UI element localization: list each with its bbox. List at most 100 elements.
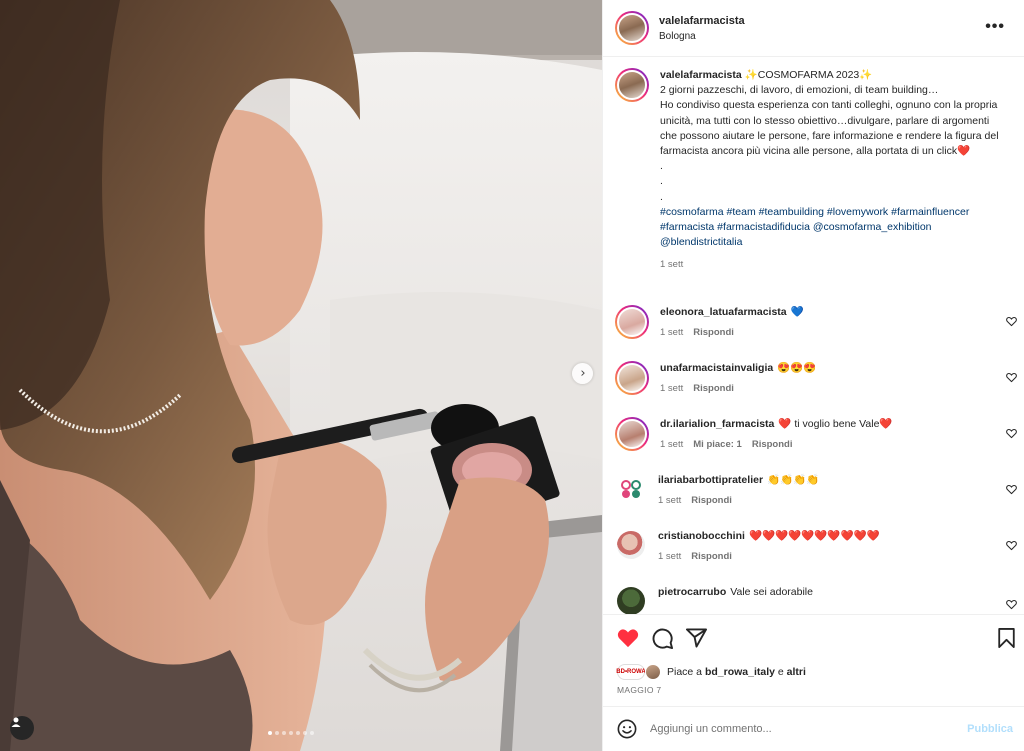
post-details-panel: valelafarmacista Bologna ••• valelafarma… — [602, 0, 1024, 751]
likes-user[interactable]: bd_rowa_italy — [705, 666, 775, 678]
comment-body: cristianobocchini ❤️❤️❤️❤️❤️❤️❤️❤️❤️❤️ 1 s… — [658, 529, 988, 577]
carousel-dot — [289, 731, 293, 735]
comment-like-button[interactable] — [1006, 428, 1017, 439]
caption-time: 1 sett — [660, 259, 684, 271]
comment-line: eleonora_latuafarmacista 💙 — [660, 305, 990, 320]
likes-conjunction: e — [777, 666, 784, 678]
comment-row: cristianobocchini ❤️❤️❤️❤️❤️❤️❤️❤️❤️❤️ 1 s… — [615, 529, 1017, 577]
comment-line: cristianobocchini ❤️❤️❤️❤️❤️❤️❤️❤️❤️❤️ — [658, 529, 988, 544]
comment-like-button[interactable] — [1006, 484, 1017, 495]
comment-line: unafarmacistainvaligia 😍😍😍 — [660, 361, 990, 376]
smiley-icon — [617, 719, 637, 739]
chevron-right-icon: › — [580, 366, 586, 381]
post-photo[interactable]: › — [0, 0, 602, 751]
next-image-button[interactable]: › — [572, 363, 593, 384]
heart-outline-icon — [1006, 316, 1017, 327]
publish-button[interactable]: Pubblica — [967, 723, 1013, 735]
carousel-dot — [268, 731, 272, 735]
reply-button[interactable]: Rispondi — [693, 327, 734, 338]
caption-hashtags[interactable]: #cosmofarma #team #teambuilding #lovemyw… — [660, 206, 969, 248]
likers-avatars: BD•ROWA — [616, 664, 661, 680]
comment-line: ilariabarbottipratelier 👏👏👏👏 — [658, 473, 988, 488]
comment-like-button[interactable] — [1006, 316, 1017, 327]
commenter-avatar[interactable] — [617, 475, 645, 503]
comment-likes[interactable]: Mi piace: 1 — [693, 439, 742, 450]
caption-author-avatar[interactable] — [615, 68, 649, 102]
emoji-picker-button[interactable] — [617, 719, 637, 739]
post-date: MAGGIO 7 — [617, 685, 662, 695]
comment-username[interactable]: ilariabarbottipratelier — [658, 474, 763, 486]
tagged-users-button[interactable] — [10, 716, 34, 740]
comment-input[interactable] — [650, 723, 940, 735]
comment-body: dr.ilarialion_farmacista ❤️ ti voglio ben… — [660, 417, 990, 465]
comment-bubble-icon — [652, 628, 673, 649]
comment-line: dr.ilarialion_farmacista ❤️ ti voglio ben… — [660, 417, 990, 432]
heart-outline-icon — [1006, 599, 1017, 610]
heart-filled-icon — [617, 629, 639, 648]
caption-line: . — [660, 190, 663, 203]
comment-body: eleonora_latuafarmacista 💙 1 sett Rispondi — [660, 305, 990, 353]
caption-username[interactable]: valelafarmacista — [660, 69, 742, 81]
comment-time: 1 sett — [658, 495, 682, 506]
reply-button[interactable]: Rispondi — [693, 383, 734, 394]
comment-row: dr.ilarialion_farmacista ❤️ ti voglio ben… — [615, 417, 1017, 465]
caption-line: . — [660, 160, 663, 173]
likes-summary[interactable]: BD•ROWA Piace a bd_rowa_italy e altri — [616, 664, 806, 680]
liker-badge: BD•ROWA — [616, 664, 646, 680]
person-icon — [11, 717, 21, 727]
comment-actions: 1 sett Rispondi — [658, 495, 988, 506]
share-paper-plane-icon — [686, 628, 707, 648]
comment-time: 1 sett — [658, 551, 682, 562]
author-username[interactable]: valelafarmacista — [659, 15, 745, 27]
carousel-dot — [275, 731, 279, 735]
heart-outline-icon — [1006, 540, 1017, 551]
reply-button[interactable]: Rispondi — [752, 439, 793, 450]
commenter-avatar[interactable] — [615, 417, 649, 451]
caption-line: 2 giorni pazzeschi, di lavoro, di emozio… — [660, 84, 939, 97]
comment-body: ilariabarbottipratelier 👏👏👏👏 1 sett Rispond… — [658, 473, 988, 521]
caption-line: . — [660, 175, 663, 188]
caption-line: ✨COSMOFARMA 2023✨ — [744, 69, 873, 81]
actions-divider — [603, 614, 1024, 615]
commenter-avatar[interactable] — [617, 587, 645, 615]
comment-username[interactable]: pietrocarrubo — [658, 586, 726, 598]
comment-text: 💙 — [790, 306, 804, 318]
heart-outline-icon — [1006, 428, 1017, 439]
comment-text: ❤️ ti voglio bene Vale❤️ — [778, 418, 893, 430]
bookmark-icon — [998, 628, 1015, 648]
comment-like-button[interactable] — [1006, 599, 1017, 610]
like-button[interactable] — [617, 628, 639, 648]
carousel-dot — [296, 731, 300, 735]
share-button[interactable] — [686, 628, 707, 648]
commenter-avatar[interactable] — [615, 361, 649, 395]
commenter-avatar[interactable] — [615, 305, 649, 339]
reply-button[interactable]: Rispondi — [691, 551, 732, 562]
comment-button[interactable] — [652, 628, 673, 649]
author-avatar[interactable] — [615, 11, 649, 45]
comment-row: unafarmacistainvaligia 😍😍😍 1 sett Rispondi — [615, 361, 1017, 409]
comment-row: eleonora_latuafarmacista 💙 1 sett Rispondi — [615, 305, 1017, 353]
commenter-avatar[interactable] — [617, 531, 645, 559]
post-actions — [617, 625, 1015, 651]
more-options-icon[interactable]: ••• — [985, 18, 1005, 36]
likes-others[interactable]: altri — [787, 666, 806, 678]
comment-like-button[interactable] — [1006, 540, 1017, 551]
comment-like-button[interactable] — [1006, 372, 1017, 383]
post-header: valelafarmacista Bologna ••• — [615, 10, 1015, 46]
liker-avatar — [645, 664, 661, 680]
comment-username[interactable]: dr.ilarialion_farmacista — [660, 418, 774, 430]
comment-body: unafarmacistainvaligia 😍😍😍 1 sett Rispondi — [660, 361, 990, 409]
comment-time: 1 sett — [660, 439, 684, 450]
comment-username[interactable]: unafarmacistainvaligia — [660, 362, 773, 374]
carousel-dot — [282, 731, 286, 735]
comment-text: 👏👏👏👏 — [767, 474, 820, 486]
comment-username[interactable]: eleonora_latuafarmacista — [660, 306, 787, 318]
post-location[interactable]: Bologna — [659, 31, 745, 42]
save-button[interactable] — [998, 628, 1015, 651]
reply-button[interactable]: Rispondi — [691, 495, 732, 506]
comment-actions: 1 sett Mi piace: 1 Rispondi — [660, 439, 990, 450]
comment-time: 1 sett — [660, 383, 684, 394]
likes-prefix: Piace a — [667, 666, 703, 678]
comment-username[interactable]: cristianobocchini — [658, 530, 745, 542]
carousel-dots — [268, 731, 314, 735]
